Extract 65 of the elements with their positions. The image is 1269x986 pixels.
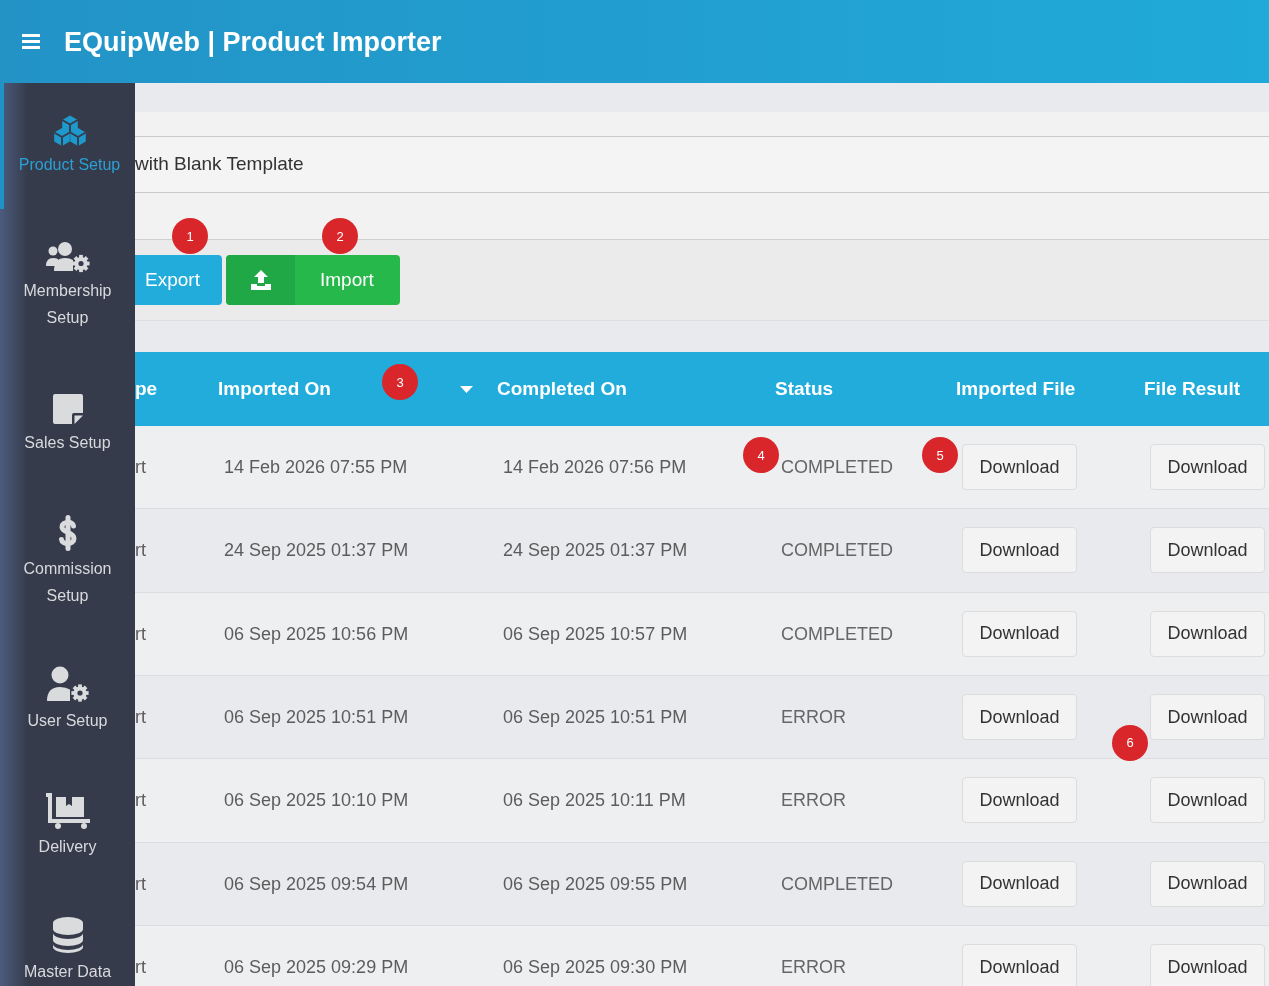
number-marker: 6 xyxy=(1112,725,1148,761)
status-text: ERROR xyxy=(781,789,846,812)
number-marker: 4 xyxy=(743,437,779,473)
download-button[interactable]: Download xyxy=(1150,610,1265,657)
date-text: 06 Sep 2025 09:54 PM xyxy=(224,872,409,895)
users-gear-icon xyxy=(45,240,90,273)
number-marker: 5 xyxy=(922,437,958,473)
status-text: COMPLETED xyxy=(781,456,894,479)
date-text: 06 Sep 2025 10:51 PM xyxy=(503,706,688,729)
number-marker: 3 xyxy=(382,364,418,400)
download-button[interactable]: Download xyxy=(962,944,1077,986)
header-title: EQuipWeb | Product Importer xyxy=(64,25,442,59)
user-gear-icon xyxy=(45,666,90,703)
sidebar-item[interactable]: User Setup xyxy=(0,639,135,765)
cart-box-icon xyxy=(45,792,90,829)
template-option[interactable]: with Blank Template xyxy=(135,136,1269,193)
date-text: 24 Sep 2025 01:37 PM xyxy=(503,539,688,562)
note-icon xyxy=(51,393,84,425)
date-text: 14 Feb 2026 07:56 PM xyxy=(503,456,687,479)
sidebar-item[interactable]: Commission Setup xyxy=(0,486,135,639)
sidebar-item[interactable]: Sales Setup xyxy=(0,361,135,487)
date-text: 06 Sep 2025 10:57 PM xyxy=(503,622,688,645)
date-text: 14 Feb 2026 07:55 PM xyxy=(224,456,408,479)
date-text: 06 Sep 2025 09:55 PM xyxy=(503,872,688,895)
download-button[interactable]: Download xyxy=(1150,860,1265,907)
type-text: rt xyxy=(135,706,146,729)
status-text: COMPLETED xyxy=(781,622,894,645)
type-text: rt xyxy=(135,956,146,979)
status-text: ERROR xyxy=(781,956,846,979)
menu-icon[interactable] xyxy=(22,34,40,49)
cubes-icon xyxy=(51,115,88,147)
date-text: 06 Sep 2025 10:10 PM xyxy=(224,789,409,812)
date-text: 06 Sep 2025 10:51 PM xyxy=(224,706,409,729)
type-text: rt xyxy=(135,539,146,562)
download-button[interactable]: Download xyxy=(1150,527,1265,574)
type-text: rt xyxy=(135,872,146,895)
download-button[interactable]: Download xyxy=(1150,944,1265,986)
database-icon xyxy=(51,916,84,954)
date-text: 06 Sep 2025 09:29 PM xyxy=(224,956,409,979)
type-text: rt xyxy=(135,622,146,645)
download-button[interactable]: Download xyxy=(962,527,1077,574)
download-button[interactable]: Download xyxy=(962,610,1077,657)
sidebar-item[interactable]: Delivery xyxy=(0,764,135,890)
date-text: 24 Sep 2025 01:37 PM xyxy=(224,539,409,562)
download-button[interactable]: Download xyxy=(962,444,1077,491)
status-text: ERROR xyxy=(781,706,846,729)
download-button[interactable]: Download xyxy=(962,694,1077,741)
download-button[interactable]: Download xyxy=(1150,444,1265,491)
download-button[interactable]: Download xyxy=(1150,777,1265,824)
dollar-icon xyxy=(56,514,79,551)
download-button[interactable]: Download xyxy=(1150,694,1265,741)
date-text: 06 Sep 2025 10:11 PM xyxy=(503,789,686,812)
type-text: rt xyxy=(135,456,146,479)
date-text: 06 Sep 2025 10:56 PM xyxy=(224,622,409,645)
type-text: rt xyxy=(135,789,146,812)
status-text: COMPLETED xyxy=(781,872,894,895)
number-marker: 2 xyxy=(322,218,358,254)
sidebar-item[interactable]: Master Data xyxy=(0,890,135,986)
upload-icon xyxy=(226,255,295,305)
download-button[interactable]: Download xyxy=(962,860,1077,907)
sidebar-item[interactable]: Membership Setup xyxy=(0,208,135,361)
status-text: COMPLETED xyxy=(781,539,894,562)
date-text: 06 Sep 2025 09:30 PM xyxy=(503,956,688,979)
download-button[interactable]: Download xyxy=(962,777,1077,824)
number-marker: 1 xyxy=(172,218,208,254)
